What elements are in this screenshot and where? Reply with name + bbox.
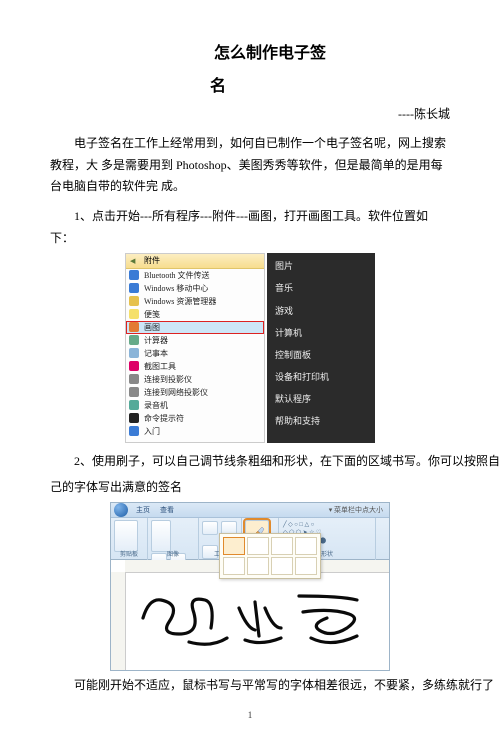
paint-ribbon: 主页 查看 ▾ 菜单栏中点大小 剪贴板 图像 — [110, 502, 390, 560]
brush-option-1[interactable] — [223, 537, 245, 555]
figure-start-menu: 附件 Bluetooth 文件传送 Windows 移动中心 Windows 资… — [125, 253, 375, 443]
right-item-default-programs[interactable]: 默认程序 — [267, 388, 375, 410]
brush-option-4[interactable] — [295, 537, 317, 555]
menu-item-projector[interactable]: 连接到投影仪 — [126, 373, 264, 386]
paste-button[interactable] — [114, 520, 138, 552]
ruler-vertical — [111, 572, 126, 670]
menu-item-mobility[interactable]: Windows 移动中心 — [126, 282, 264, 295]
doc-title-line1: 怎么制作电子签 — [50, 40, 450, 69]
accessories-folder-header[interactable]: 附件 — [126, 254, 264, 269]
brush-option-7[interactable] — [271, 557, 293, 575]
menu-item-cmd[interactable]: 命令提示符 — [126, 412, 264, 425]
ribbon-tab-row: 主页 查看 ▾ 菜单栏中点大小 — [111, 503, 389, 518]
signature-drawing — [131, 578, 371, 658]
start-menu-right-column: 图片 音乐 游戏 计算机 控制面板 设备和打印机 默认程序 帮助和支持 — [267, 253, 375, 443]
right-item-music[interactable]: 音乐 — [267, 277, 375, 299]
menu-item-bluetooth[interactable]: Bluetooth 文件传送 — [126, 269, 264, 282]
page-number: 1 — [50, 707, 450, 723]
pencil-tool[interactable] — [202, 521, 218, 535]
brush-option-3[interactable] — [271, 537, 293, 555]
ribbon-hint: ▾ 菜单栏中点大小 — [324, 504, 389, 517]
tab-view[interactable]: 查看 — [155, 504, 179, 517]
brush-option-5[interactable] — [223, 557, 245, 575]
brush-option-2[interactable] — [247, 537, 269, 555]
menu-item-snipping[interactable]: 截图工具 — [126, 360, 264, 373]
group-image: 图像 — [148, 518, 199, 560]
right-item-control-panel[interactable]: 控制面板 — [267, 344, 375, 366]
menu-item-sticky-notes[interactable]: 便笺 — [126, 308, 264, 321]
menu-item-calculator[interactable]: 计算器 — [126, 334, 264, 347]
brush-option-8[interactable] — [295, 557, 317, 575]
doc-title-line2: 名 — [50, 73, 450, 102]
figure-paint-app: 主页 查看 ▾ 菜单栏中点大小 剪贴板 图像 — [110, 502, 390, 671]
brush-dropdown-popup — [219, 533, 321, 579]
menu-item-recorder[interactable]: 录音机 — [126, 399, 264, 412]
author-line: ----陈长城 — [50, 104, 450, 126]
step-2-text-b: 己的字体写出满意的签名 — [50, 477, 450, 499]
right-item-devices[interactable]: 设备和打印机 — [267, 366, 375, 388]
menu-item-notepad[interactable]: 记事本 — [126, 347, 264, 360]
menu-item-getting-started[interactable]: 入门 — [126, 425, 264, 438]
group-clipboard: 剪贴板 — [111, 518, 148, 560]
select-button[interactable] — [151, 520, 171, 552]
paint-menu-orb[interactable] — [114, 503, 128, 517]
right-item-computer[interactable]: 计算机 — [267, 322, 375, 344]
menu-item-net-projector[interactable]: 连接到网络投影仪 — [126, 386, 264, 399]
tab-home[interactable]: 主页 — [131, 504, 155, 517]
menu-item-explorer[interactable]: Windows 资源管理器 — [126, 295, 264, 308]
closing-paragraph: 可能刚开始不适应，鼠标书写与平常写的字体相差很远，不要紧，多练练就行了 — [50, 675, 450, 697]
right-item-games[interactable]: 游戏 — [267, 300, 375, 322]
brush-option-6[interactable] — [247, 557, 269, 575]
step-1-text: 1、点击开始---所有程序---附件---画图，打开画图工具。软件位置如下： — [50, 206, 450, 249]
start-menu-left-column: 附件 Bluetooth 文件传送 Windows 移动中心 Windows 资… — [125, 253, 265, 443]
right-item-help[interactable]: 帮助和支持 — [267, 410, 375, 432]
intro-paragraph: 电子签名在工作上经常用到，如何自已制作一个电子签名呢，网上搜索教程，大 多是需要… — [50, 133, 450, 198]
menu-item-paint[interactable]: 画图 — [126, 321, 264, 334]
step-2-text-a: 2、使用刷子，可以自己调节线条粗细和形状，在下面的区域书写。你可以按照自 — [50, 451, 450, 473]
right-item-pictures[interactable]: 图片 — [267, 255, 375, 277]
